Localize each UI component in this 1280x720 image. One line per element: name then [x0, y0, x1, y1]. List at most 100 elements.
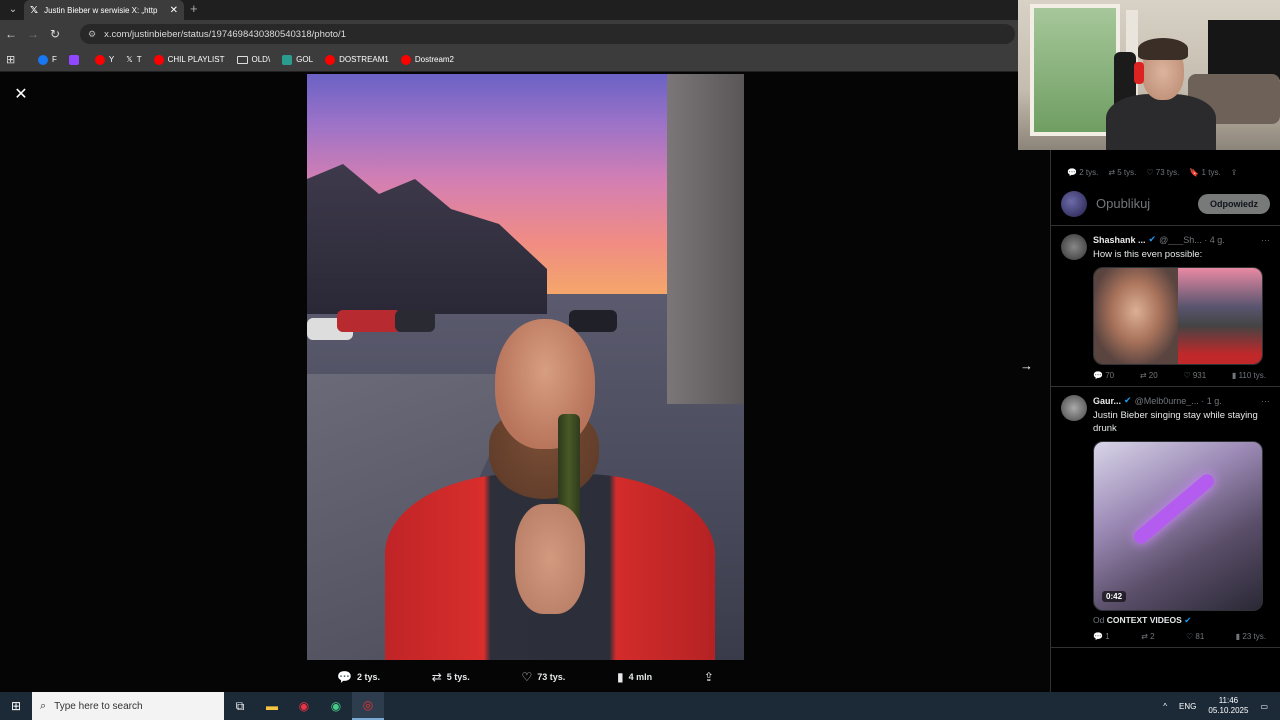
bookmark-dostream1[interactable]: DOSTREAM1: [325, 54, 389, 65]
tab-search-icon[interactable]: ⌄: [4, 2, 22, 18]
video-source: Od CONTEXT VIDEOS ✔: [1093, 615, 1270, 626]
stat-bookmarks[interactable]: 🔖 1 tys.: [1189, 168, 1220, 177]
video-glow: [1131, 471, 1217, 547]
clock-date: 05.10.2025: [1208, 706, 1249, 715]
bookmark-gol[interactable]: GOL: [282, 54, 314, 65]
reply-action[interactable]: 💬 2 tys.: [337, 670, 380, 684]
bookmark-chil-playlist[interactable]: CHIL PLAYLIST: [153, 54, 225, 65]
reply-button[interactable]: Odpowiedz: [1198, 193, 1270, 214]
reply-count: 2 tys.: [356, 672, 380, 682]
photo-face: [495, 319, 595, 449]
bookmark-label: CHIL PLAYLIST: [167, 55, 225, 64]
reply-post[interactable]: Shashank ... ✔ @___Sh... · 4 g. ··· How …: [1051, 226, 1280, 387]
avatar: [1061, 190, 1087, 217]
metric-value: 70: [1105, 371, 1115, 380]
post-text: How is this even possible:: [1093, 249, 1203, 260]
like-metric[interactable]: ♡ 931: [1183, 371, 1206, 380]
reply-metric[interactable]: 💬 1: [1093, 632, 1110, 641]
stat-value: 5 tys.: [1117, 168, 1137, 177]
close-viewer-icon[interactable]: ✕: [12, 86, 30, 104]
stat-replies[interactable]: 💬 2 tys.: [1067, 168, 1098, 177]
x-logo-icon: 𝕏: [30, 4, 39, 16]
share-action[interactable]: ⇪: [704, 670, 714, 684]
apps-grid-icon[interactable]: ⊞: [6, 53, 20, 66]
reply-post[interactable]: Gaur... ✔ @Melb0urne_... · 1 g. ··· Just…: [1051, 387, 1280, 648]
bookmark-label: GOL: [296, 55, 314, 64]
repost-metric[interactable]: ⇄ 2: [1141, 632, 1154, 641]
stat-likes[interactable]: ♡ 73 tys.: [1146, 168, 1179, 177]
bookmark-label: OLD\: [251, 55, 271, 64]
more-options-icon[interactable]: ···: [1261, 396, 1270, 406]
metric-value: 2: [1150, 632, 1155, 641]
source-name[interactable]: CONTEXT VIDEOS: [1107, 615, 1182, 625]
file-explorer-icon[interactable]: ▬: [256, 692, 288, 720]
search-placeholder: Type here to search: [54, 700, 143, 712]
site-info-icon[interactable]: ⚙: [88, 29, 96, 40]
like-action[interactable]: ♡ 73 tys.: [522, 670, 566, 684]
task-view-icon[interactable]: ⧉: [224, 692, 256, 720]
recording-app-icon[interactable]: ◎: [352, 692, 384, 720]
metric-value: 931: [1192, 371, 1207, 380]
twitch-icon: [68, 54, 79, 65]
tray-chevron-icon[interactable]: ^: [1163, 702, 1167, 711]
post-video[interactable]: 0:42: [1093, 441, 1263, 611]
clock-time: 11:46: [1218, 696, 1239, 705]
windows-start-icon[interactable]: ⊞: [0, 699, 32, 713]
repost-metric[interactable]: ⇄ 20: [1140, 371, 1158, 380]
stat-reposts[interactable]: ⇄ 5 tys.: [1108, 168, 1136, 177]
tweet-photo[interactable]: [307, 74, 744, 660]
notifications-icon[interactable]: ▭: [1260, 702, 1268, 711]
bookmark-x[interactable]: 𝕏T: [126, 55, 141, 64]
views-action[interactable]: ▮ 4 mln: [617, 670, 652, 684]
clock[interactable]: 11:46 05.10.2025: [1208, 696, 1248, 716]
new-tab-icon[interactable]: +: [190, 1, 198, 16]
avatar[interactable]: [1061, 395, 1087, 421]
search-icon: ⌕: [40, 699, 47, 712]
chrome-profile-icon[interactable]: ◉: [288, 692, 320, 720]
share-icon[interactable]: ⇪: [1231, 168, 1238, 177]
photo-building-right: [667, 74, 744, 404]
like-count: 73 tys.: [537, 672, 566, 682]
bookmark-facebook[interactable]: F: [38, 54, 57, 65]
avatar[interactable]: [1061, 234, 1087, 260]
headset: [1134, 62, 1144, 84]
close-tab-icon[interactable]: ✕: [170, 5, 178, 16]
author-name[interactable]: Shashank ...: [1093, 235, 1146, 245]
reload-icon[interactable]: ↻: [44, 27, 66, 41]
source-prefix: Od: [1093, 615, 1105, 625]
post-media[interactable]: [1093, 267, 1263, 365]
metric-value: 81: [1195, 632, 1205, 641]
reply-metric[interactable]: 💬 70: [1093, 371, 1114, 380]
repost-action[interactable]: ⇄ 5 tys.: [432, 670, 470, 684]
more-options-icon[interactable]: ···: [1261, 235, 1270, 245]
verified-badge-icon: ✔: [1184, 615, 1192, 625]
forward-icon[interactable]: →: [22, 27, 44, 41]
post-metrics: 💬 1 ⇄ 2 ♡ 81 ▮ 23 tys.: [1093, 632, 1270, 641]
metric-value: 110 tys.: [1238, 371, 1266, 380]
next-photo-icon[interactable]: →: [1020, 358, 1033, 373]
back-icon[interactable]: ←: [0, 27, 22, 41]
address-bar-row: ← → ↻ ⚙ x.com/justinbieber/status/197469…: [0, 20, 1020, 48]
views-metric[interactable]: ▮ 110 tys.: [1232, 371, 1266, 380]
photo-person: [385, 314, 715, 660]
bookmark-youtube[interactable]: Y: [94, 54, 114, 65]
repost-count: 5 tys.: [446, 672, 470, 682]
taskbar-search-input[interactable]: ⌕ Type here to search: [32, 692, 224, 720]
video-duration: 0:42: [1102, 591, 1127, 602]
language-indicator[interactable]: ENG: [1179, 702, 1196, 711]
bookmark-folder-old[interactable]: OLD\: [236, 55, 271, 64]
bookmark-label: F: [52, 55, 57, 64]
windows-taskbar: ⊞ ⌕ Type here to search ⧉ ▬ ◉ ◉ ◎ ^ ENG …: [0, 692, 1280, 720]
browser-tab[interactable]: 𝕏 Justin Bieber w serwisie X: „http ✕: [24, 0, 184, 20]
webcam-tv: [1208, 20, 1280, 80]
post-time: 1 g.: [1206, 395, 1222, 406]
views-metric[interactable]: ▮ 23 tys.: [1236, 632, 1266, 641]
reply-input[interactable]: Opublikuj: [1096, 196, 1198, 211]
url-input[interactable]: ⚙ x.com/justinbieber/status/197469843038…: [80, 24, 1015, 44]
views-chart-icon: ▮: [617, 670, 624, 684]
author-name[interactable]: Gaur...: [1093, 396, 1121, 406]
chrome-icon[interactable]: ◉: [320, 692, 352, 720]
like-metric[interactable]: ♡ 81: [1186, 632, 1204, 641]
bookmark-dostream2[interactable]: Dostream2: [400, 54, 454, 65]
bookmark-twitch[interactable]: [68, 54, 83, 65]
